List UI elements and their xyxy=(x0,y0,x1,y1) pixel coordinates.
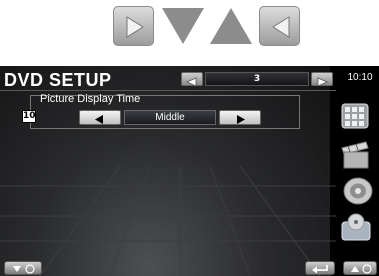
right-arrow-icon xyxy=(126,16,144,38)
header-divider xyxy=(0,90,336,91)
return-icon xyxy=(312,265,328,274)
speaker-icon xyxy=(343,177,373,205)
decrease-button[interactable] xyxy=(79,110,121,125)
down-triangle-icon xyxy=(162,8,204,44)
right-arrow-button xyxy=(113,6,154,46)
device-screen: DVD SETUP 3 10:10 Picture Display Time 1… xyxy=(0,66,379,276)
menu-grid-icon xyxy=(341,103,369,129)
video-button[interactable] xyxy=(336,136,376,172)
right-arrow-icon xyxy=(237,115,245,124)
audio-button[interactable] xyxy=(336,173,376,209)
setting-label: Picture Display Time xyxy=(40,93,141,105)
return-button[interactable] xyxy=(305,261,335,275)
left-arrow-icon xyxy=(95,115,103,124)
page-indicator: 3 xyxy=(205,72,309,86)
left-arrow-button xyxy=(259,6,300,46)
left-arrow-icon xyxy=(186,77,197,87)
increase-button[interactable] xyxy=(219,110,261,125)
scroll-up-button[interactable] xyxy=(343,261,377,275)
left-arrow-icon xyxy=(272,16,290,38)
up-triangle-icon xyxy=(210,8,252,44)
setup-button[interactable] xyxy=(336,210,376,246)
page-prev-button[interactable] xyxy=(181,72,203,87)
page-title: DVD SETUP xyxy=(4,70,112,90)
menu-grid-button[interactable] xyxy=(336,98,376,134)
scroll-down-button[interactable] xyxy=(4,261,42,275)
up-scroll-icon xyxy=(351,264,372,274)
clapperboard-icon xyxy=(341,141,369,169)
page-next-button[interactable] xyxy=(311,72,333,87)
clock: 10:10 xyxy=(347,72,373,83)
disc-device-icon xyxy=(341,213,371,241)
right-arrow-icon xyxy=(317,77,328,87)
down-scroll-icon xyxy=(13,264,35,274)
callout-badge: 10 xyxy=(22,110,36,123)
setting-value: Middle xyxy=(124,110,216,125)
